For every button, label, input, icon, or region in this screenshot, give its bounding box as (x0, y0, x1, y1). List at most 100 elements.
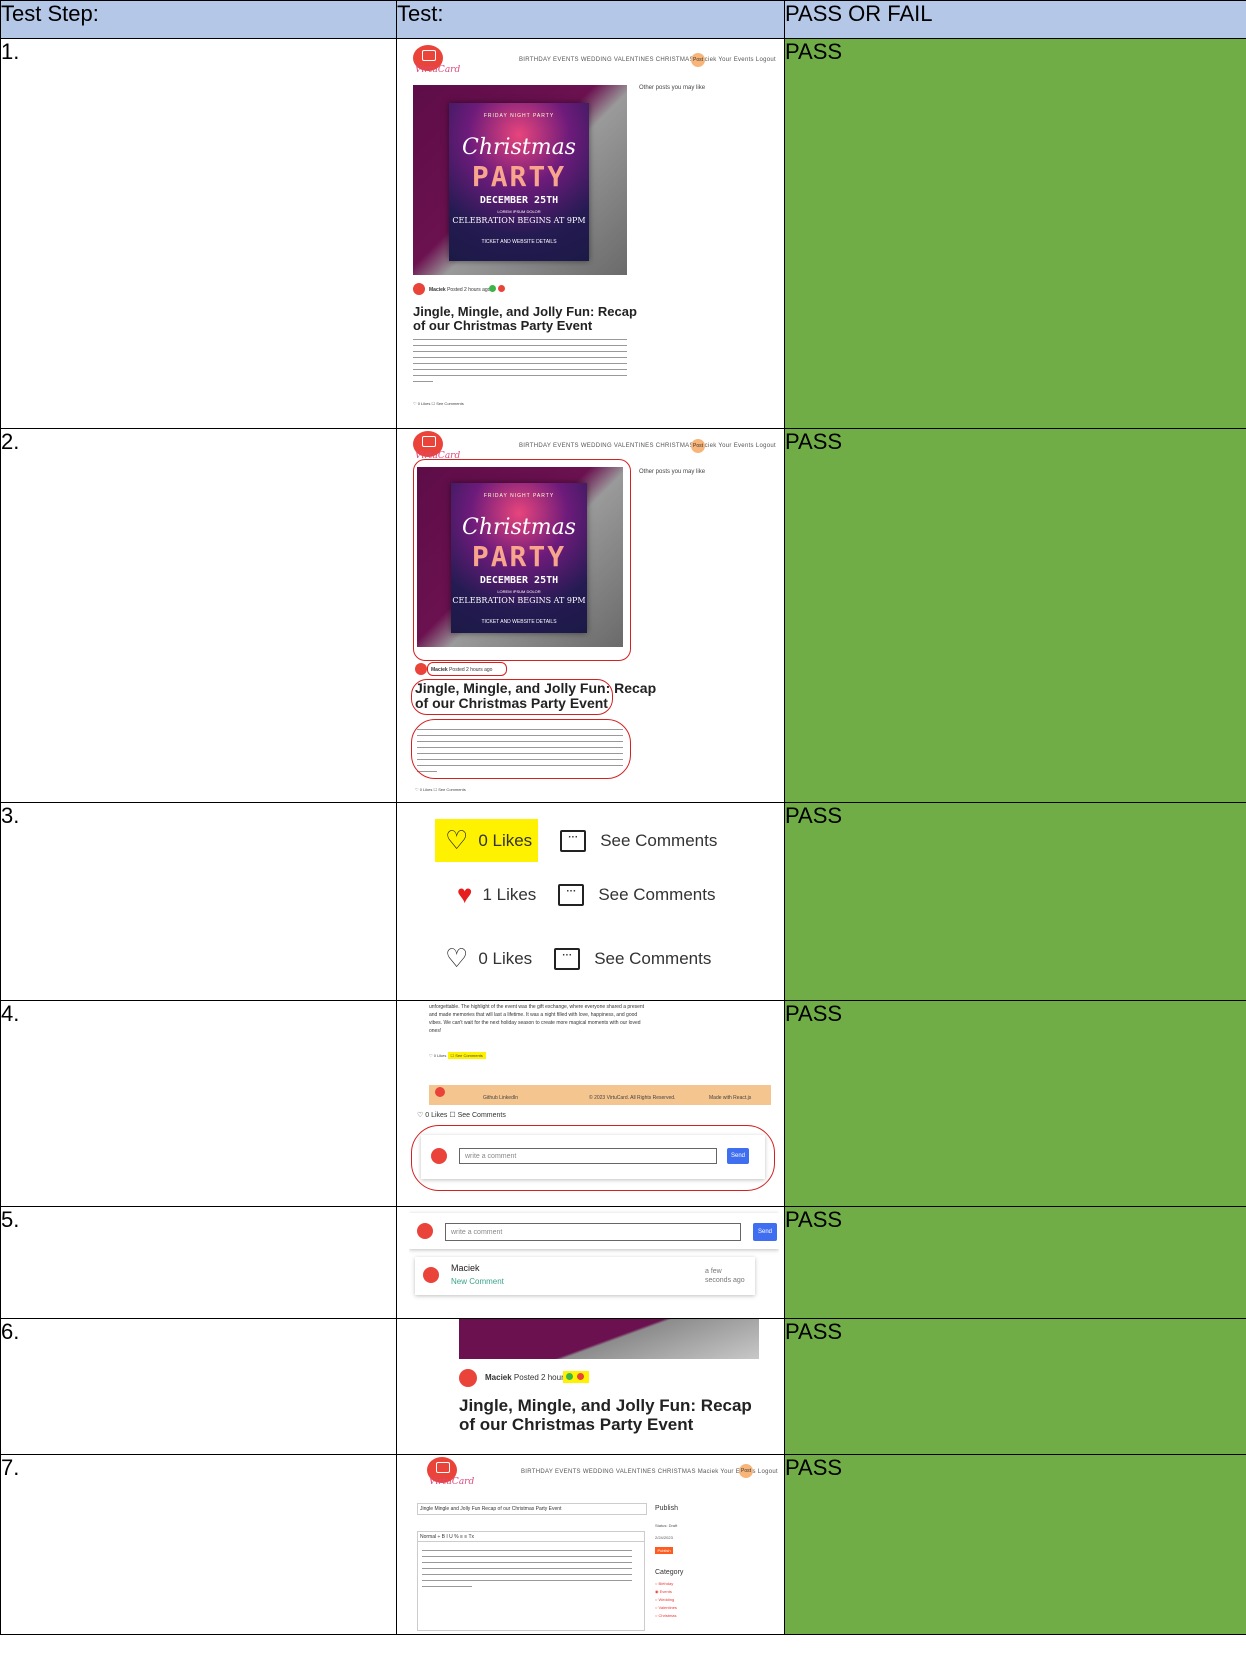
delete-icon[interactable] (498, 285, 505, 292)
post-button[interactable]: Post (739, 1464, 753, 1478)
table-row: 7. VirtuCard BIRTHDAY EVENTS WEDDING VAL… (0, 1454, 1246, 1635)
site-footer: Github LinkedIn © 2023 VirtuCard. All Ri… (429, 1085, 771, 1105)
test-screenshot-cell: VirtuCard BIRTHDAY EVENTS WEDDING VALENT… (396, 1454, 785, 1635)
comment-posted-screenshot: write a comment Send Maciek New Comment … (409, 1207, 779, 1317)
test-screenshot-cell: write a comment Send Maciek New Comment … (396, 1206, 785, 1319)
category-option[interactable]: ◉ Events (655, 1589, 672, 1594)
test-screenshot-cell: Maciek Posted 2 hours ago Jingle, Mingle… (396, 1318, 785, 1455)
annotation-circle-title (411, 679, 613, 715)
heart-outline-icon[interactable]: ♡ (445, 943, 468, 974)
edit-icon[interactable] (489, 285, 496, 292)
likes-row[interactable]: ♡ 0 Likes ☐ See Comments (415, 787, 466, 792)
footer-links[interactable]: Github LinkedIn (483, 1095, 518, 1101)
test-screenshot-cell: VirtuCard BIRTHDAY EVENTS WEDDING VALENT… (396, 38, 785, 429)
editor-body[interactable] (417, 1541, 645, 1631)
step-number: 2. (0, 428, 397, 803)
christmas-poster-image (459, 1319, 759, 1359)
comment-icon[interactable]: ··· (558, 883, 585, 906)
result-pass: PASS (784, 802, 1246, 1001)
annotation-circle-meta (427, 662, 507, 676)
test-screenshot-cell: VirtuCard BIRTHDAY EVENTS WEDDING VALENT… (396, 428, 785, 803)
likes-row-liked: ♥ 1 Likes ··· See Comments (457, 879, 715, 910)
likes-row-unliked-again: ♡ 0 Likes ··· See Comments (445, 943, 711, 974)
post-meta: Maciek Posted 2 hours ago (429, 287, 491, 293)
post-body-end: unforgettable. The highlight of the even… (429, 1004, 645, 1034)
post-button[interactable]: Post (691, 53, 705, 67)
likes-row[interactable]: ♡ 0 Likes ☐ See Comments (417, 1111, 506, 1119)
heart-outline-icon[interactable]: ♡ (445, 825, 468, 856)
logo-text: VirtuCard (415, 65, 461, 75)
comment-text: New Comment (451, 1277, 504, 1286)
send-button[interactable]: Send (753, 1223, 777, 1241)
avatar (413, 283, 425, 295)
table-row: 5. write a comment Send Maciek New Comme… (0, 1206, 1246, 1319)
comment-item: Maciek New Comment a few seconds ago (415, 1257, 755, 1295)
likes-row-unliked: ♡ 0 Likes ··· See Comments (435, 819, 717, 862)
comment-icon[interactable]: ··· (554, 947, 581, 970)
header-test: Test: (396, 0, 785, 39)
comments-open-screenshot: unforgettable. The highlight of the even… (409, 1001, 779, 1205)
likes-count: 1 Likes (482, 884, 537, 904)
edit-post-screenshot: VirtuCard BIRTHDAY EVENTS WEDDING VALENT… (409, 1455, 779, 1633)
nav-links[interactable]: BIRTHDAY EVENTS WEDDING VALENTINES CHRIS… (519, 57, 776, 63)
category-title: Category (655, 1569, 684, 1576)
footer-made-with: Made with React.js (709, 1095, 752, 1101)
table-row: 4. unforgettable. The highlight of the e… (0, 1000, 1246, 1207)
delete-icon[interactable] (577, 1373, 584, 1380)
post-title: Jingle, Mingle, and Jolly Fun: Recap of o… (413, 304, 637, 334)
category-option[interactable]: ○ Wedding (655, 1597, 674, 1602)
result-pass: PASS (784, 1000, 1246, 1207)
likes-row[interactable]: ♡ 0 Likes ☐ See Comments (413, 401, 464, 406)
logo-text: VirtuCard (429, 1477, 475, 1487)
header-test-step: Test Step: (0, 0, 397, 39)
header-pass-or-fail: PASS OR FAIL (784, 0, 1246, 39)
post-page-screenshot: VirtuCard BIRTHDAY EVENTS WEDDING VALENT… (409, 43, 779, 423)
likes-count: 0 Likes (478, 830, 533, 850)
avatar (417, 1223, 433, 1239)
publish-date: 2/24/2023 (655, 1535, 673, 1540)
likes-row[interactable]: ♡ 0 Likes ☐ See Comments (429, 1052, 486, 1059)
result-pass: PASS (784, 1454, 1246, 1635)
category-option[interactable]: ○ Valentines (655, 1605, 677, 1610)
see-comments-link[interactable]: See Comments (594, 949, 711, 969)
title-input[interactable]: Jingle Mingle and Jolly Fun Recap of our… (417, 1503, 647, 1515)
step-number: 5. (0, 1206, 397, 1319)
post-meta-zoom-screenshot: Maciek Posted 2 hours ago Jingle, Mingle… (409, 1319, 779, 1453)
publish-panel-title: Publish (655, 1505, 678, 1512)
post-body-text (413, 339, 627, 387)
avatar (459, 1369, 477, 1387)
table-row: 1. VirtuCard BIRTHDAY EVENTS WEDDING VAL… (0, 38, 1246, 429)
test-report-table: Test Step: Test: PASS OR FAIL 1. VirtuCa… (0, 0, 1246, 1635)
category-option[interactable]: ○ Christmas (655, 1613, 677, 1618)
step-number: 4. (0, 1000, 397, 1207)
annotation-circle-comment-form (411, 1125, 775, 1191)
step-number: 6. (0, 1318, 397, 1455)
see-comments-link[interactable]: See Comments (598, 885, 715, 905)
result-pass: PASS (784, 428, 1246, 803)
nav-links[interactable]: BIRTHDAY EVENTS WEDDING VALENTINES CHRIS… (519, 443, 776, 449)
publish-status: Status: Draft (655, 1523, 678, 1528)
comment-input[interactable]: write a comment (445, 1223, 741, 1241)
heart-filled-icon[interactable]: ♥ (457, 879, 472, 910)
comment-time: a few seconds ago (705, 1268, 745, 1284)
category-option[interactable]: ○ Birthday (655, 1581, 673, 1586)
avatar (423, 1267, 439, 1283)
other-posts-label: Other posts you may like (639, 469, 706, 475)
step-number: 7. (0, 1454, 397, 1635)
publish-button[interactable]: Publish (655, 1547, 673, 1554)
post-button[interactable]: Post (691, 439, 705, 453)
table-row: 6. Maciek Posted 2 hours ago Jingle, Min… (0, 1318, 1246, 1455)
avatar (415, 663, 427, 675)
comment-author: Maciek (451, 1263, 480, 1273)
see-comments-link[interactable]: See Comments (600, 831, 717, 851)
annotation-circle-image (413, 459, 631, 661)
test-screenshot-cell: ♡ 0 Likes ··· See Comments ♥ 1 Likes ··· … (396, 802, 785, 1001)
post-title: Jingle, Mingle, and Jolly Fun: Recap of o… (459, 1396, 752, 1434)
comment-icon[interactable]: ··· (560, 829, 587, 852)
step-number: 3. (0, 802, 397, 1001)
other-posts-label: Other posts you may like (639, 85, 706, 91)
result-pass: PASS (784, 1318, 1246, 1455)
edit-icon[interactable] (566, 1373, 573, 1380)
result-pass: PASS (784, 1206, 1246, 1319)
christmas-poster-image: FRIDAY NIGHT PARTY Christmas PARTY DECEM… (413, 85, 627, 275)
